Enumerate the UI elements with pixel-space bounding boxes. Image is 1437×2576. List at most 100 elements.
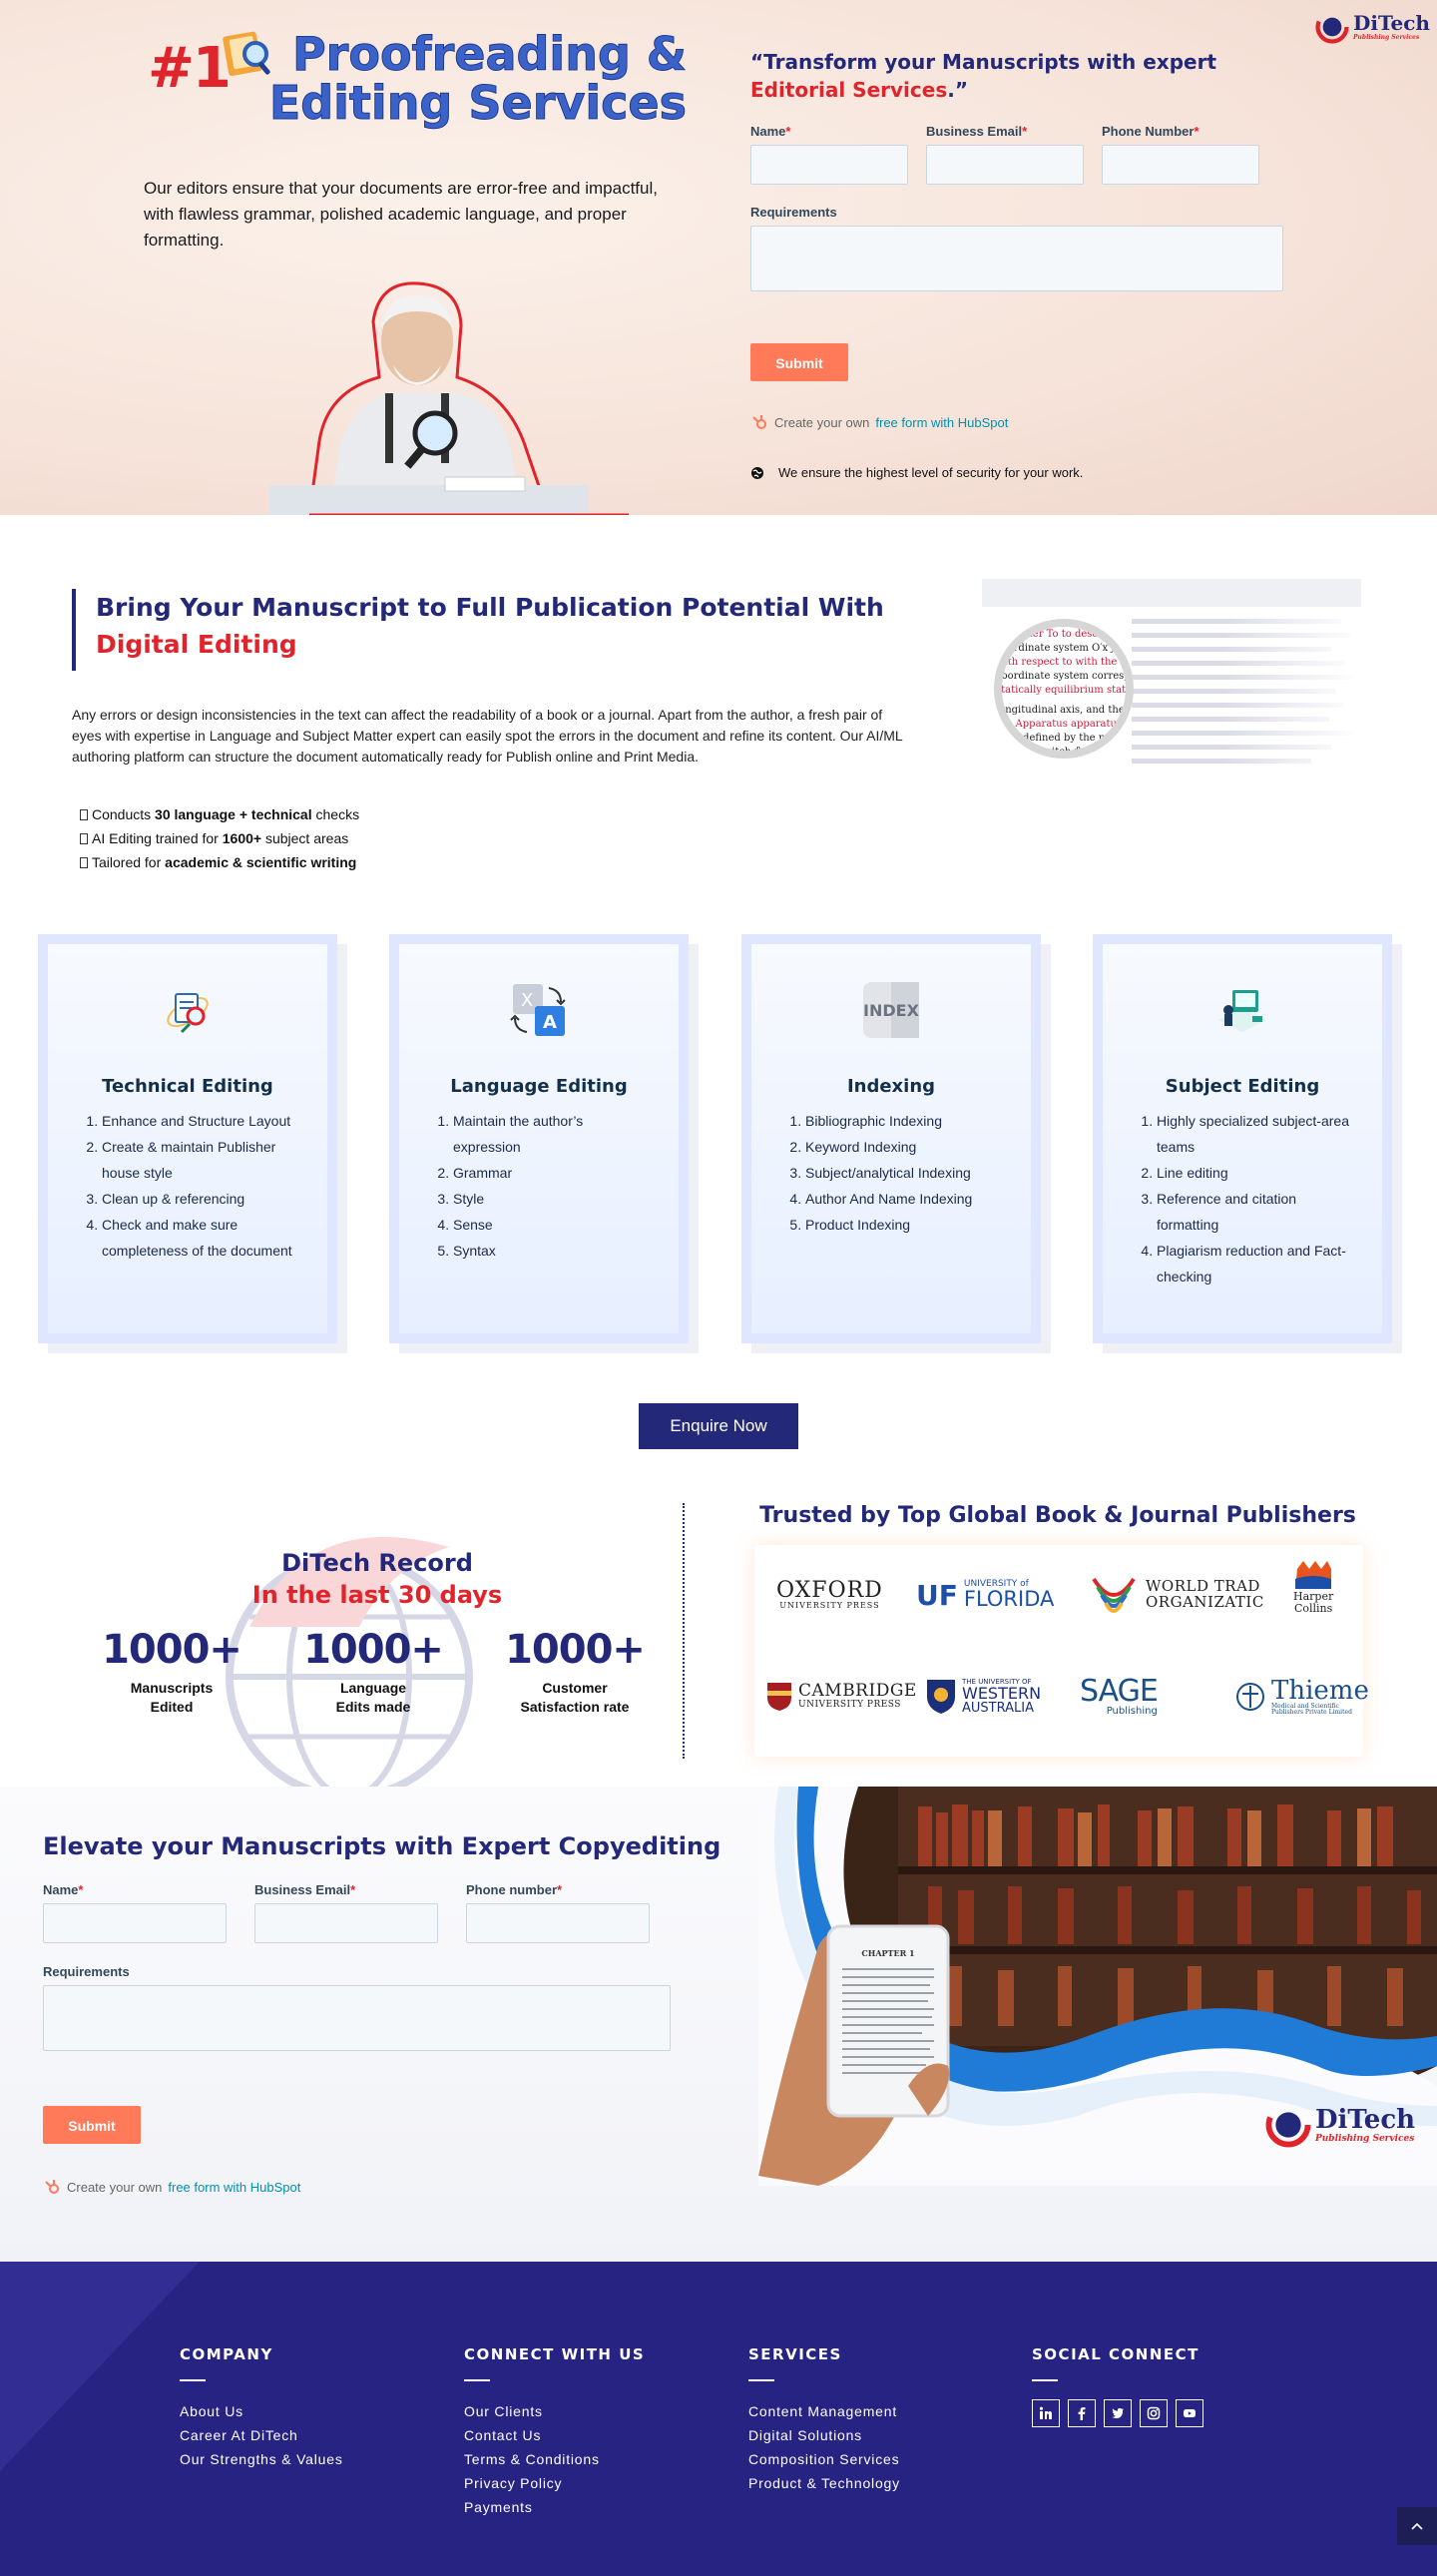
footer-link-our-clients[interactable]: Our Clients	[464, 2399, 645, 2423]
oxford-logo: OXFORD UNIVERSITY PRESS	[776, 1578, 883, 1611]
hubspot-link[interactable]: free form with HubSpot	[875, 415, 1008, 430]
card-title: Technical Editing	[102, 1076, 273, 1097]
hubspot-icon	[45, 2180, 59, 2194]
translate-icon: X A	[510, 984, 566, 1036]
footer-link-about-us[interactable]: About Us	[180, 2399, 343, 2423]
stat-language-edits: 1000+ Language Edits made	[288, 1627, 458, 1717]
hubspot-credit: Create your own free form with HubSpot	[43, 2178, 442, 2196]
record-title: DiTech Record	[281, 1549, 473, 1577]
footer-link-privacy[interactable]: Privacy Policy	[464, 2471, 645, 2495]
hero-title-line-2: Editing Services	[268, 76, 687, 130]
requirements-textarea[interactable]	[43, 1985, 671, 2051]
brand-name: DiTech	[1353, 11, 1430, 35]
footer-link-career[interactable]: Career At DiTech	[180, 2423, 343, 2447]
footer-link-content-management[interactable]: Content Management	[748, 2399, 900, 2423]
harpercollins-logo: Harper Collins	[1293, 1559, 1333, 1615]
globe-icon	[751, 466, 763, 479]
card-title: Language Editing	[450, 1076, 628, 1097]
proofread-magnifier-image: In order To to describe the glid coordin…	[982, 579, 1361, 780]
phone-input[interactable]	[466, 1903, 650, 1943]
footer-heading: SERVICES	[748, 2345, 842, 2363]
footer-heading: COMPANY	[180, 2345, 273, 2363]
list-item: Reference and citation formatting	[1157, 1186, 1356, 1238]
svg-text:INDEX: INDEX	[863, 1001, 920, 1020]
email-label: Business Email*	[254, 1882, 356, 1897]
ditech-logo-mark	[1265, 2102, 1311, 2148]
youtube-icon[interactable]	[1176, 2399, 1203, 2427]
submit-button[interactable]: Submit	[750, 343, 848, 381]
list-item: Keyword Indexing	[805, 1134, 1005, 1160]
phone-input[interactable]	[1102, 145, 1259, 185]
social-links	[1032, 2399, 1203, 2427]
footer-column-connect: CONNECT WITH US Our Clients Contact Us T…	[464, 2345, 645, 2519]
brand-tagline: Publishing Services	[1353, 34, 1420, 41]
hubspot-credit: Create your own free form with HubSpot	[750, 413, 1289, 431]
list-item: Author And Name Indexing	[805, 1186, 1005, 1212]
copyediting-form-section: Elevate your Manuscripts with Expert Cop…	[0, 1787, 1437, 2262]
list-item: Sense	[453, 1212, 653, 1238]
footer-link-payments[interactable]: Payments	[464, 2495, 645, 2519]
footer-link-digital-solutions[interactable]: Digital Solutions	[748, 2423, 900, 2447]
linkedin-icon[interactable]	[1032, 2399, 1060, 2427]
hero-section: #1 Proofreading & Editing Services Our e…	[0, 0, 1437, 515]
instagram-icon[interactable]	[1140, 2399, 1168, 2427]
list-item: Enhance and Structure Layout	[102, 1108, 301, 1134]
hubspot-link[interactable]: free form with HubSpot	[168, 2180, 300, 2195]
checkbox-glyph-icon	[80, 809, 88, 820]
phone-label: Phone number*	[466, 1882, 563, 1897]
twitter-icon[interactable]	[1104, 2399, 1132, 2427]
svg-text:X: X	[521, 990, 533, 1011]
list-item: Create & maintain Publisher house style	[102, 1134, 301, 1186]
ditech-record-section: DiTech Record In the last 30 days 1000+ …	[0, 1477, 689, 1801]
footer-link-contact-us[interactable]: Contact Us	[464, 2423, 645, 2447]
requirements-textarea[interactable]	[750, 226, 1283, 291]
card-indexing: INDEX Indexing Bibliographic Indexing Ke…	[741, 934, 1041, 1343]
ditech-logo[interactable]: DiTech Publishing Services	[1265, 2102, 1415, 2148]
card-language-editing: X A Language Editing Maintain the author…	[389, 934, 689, 1343]
footer-link-terms[interactable]: Terms & Conditions	[464, 2447, 645, 2471]
hero-title-line-1: Proofreading &	[291, 27, 687, 81]
stat-label: Language Edits made	[335, 1680, 411, 1715]
uwa-shield-icon	[927, 1680, 955, 1714]
list-item: Conducts 30 language + technical checks	[80, 802, 359, 826]
footer-decoration	[0, 2262, 200, 2471]
email-input[interactable]	[254, 1903, 438, 1943]
footer-link-product-technology[interactable]: Product & Technology	[748, 2471, 900, 2495]
footer-rule	[464, 2379, 490, 2381]
stat-label: Customer Satisfaction rate	[520, 1680, 630, 1715]
potential-body: Any errors or design inconsistencies in …	[72, 707, 903, 765]
footer-link-composition-services[interactable]: Composition Services	[748, 2447, 900, 2471]
harpercollins-flame-icon	[1295, 1561, 1332, 1589]
list-item: Line editing	[1157, 1160, 1356, 1186]
elevate-title: Elevate your Manuscripts with Expert Cop…	[43, 1832, 721, 1860]
chevron-up-icon	[1411, 2522, 1423, 2530]
email-input[interactable]	[926, 145, 1084, 185]
list-item: Product Indexing	[805, 1212, 1005, 1238]
scroll-to-top-button[interactable]	[1397, 2507, 1437, 2545]
section-divider	[683, 1503, 685, 1759]
publisher-logos-panel: OXFORD UNIVERSITY PRESS UF UNIVERSITY of…	[754, 1545, 1369, 1757]
facebook-icon[interactable]	[1068, 2399, 1096, 2427]
list-item: Clean up & referencing	[102, 1186, 301, 1212]
enquire-now-button[interactable]: Enquire Now	[639, 1403, 798, 1449]
stat-label: Manuscripts Edited	[130, 1680, 214, 1715]
submit-button[interactable]: Submit	[43, 2106, 141, 2144]
card-title: Subject Editing	[1165, 1076, 1320, 1097]
list-item: Highly specialized subject-area teams	[1157, 1108, 1356, 1160]
name-label: Name*	[43, 1882, 84, 1897]
footer-link-strengths[interactable]: Our Strengths & Values	[180, 2447, 343, 2471]
list-item: Maintain the author’s expression	[453, 1108, 653, 1160]
ditech-logo[interactable]: DiTech Publishing Services	[1315, 10, 1430, 44]
name-input[interactable]	[43, 1903, 227, 1943]
svg-text:CHAPTER 1: CHAPTER 1	[861, 1948, 914, 1958]
name-input[interactable]	[750, 145, 908, 185]
phone-label: Phone Number*	[1102, 124, 1199, 139]
brand-name: DiTech	[1315, 2104, 1416, 2135]
requirements-label: Requirements	[43, 1964, 130, 1979]
brand-tagline: Publishing Services	[1315, 2133, 1415, 2144]
card-list: Enhance and Structure Layout Create & ma…	[82, 1108, 301, 1264]
card-subject-editing: Subject Editing Highly specialized subje…	[1093, 934, 1392, 1343]
footer-rule	[1032, 2379, 1058, 2381]
record-subtitle: In the last 30 days	[251, 1581, 503, 1609]
card-list: Maintain the author’s expression Grammar…	[433, 1108, 653, 1264]
